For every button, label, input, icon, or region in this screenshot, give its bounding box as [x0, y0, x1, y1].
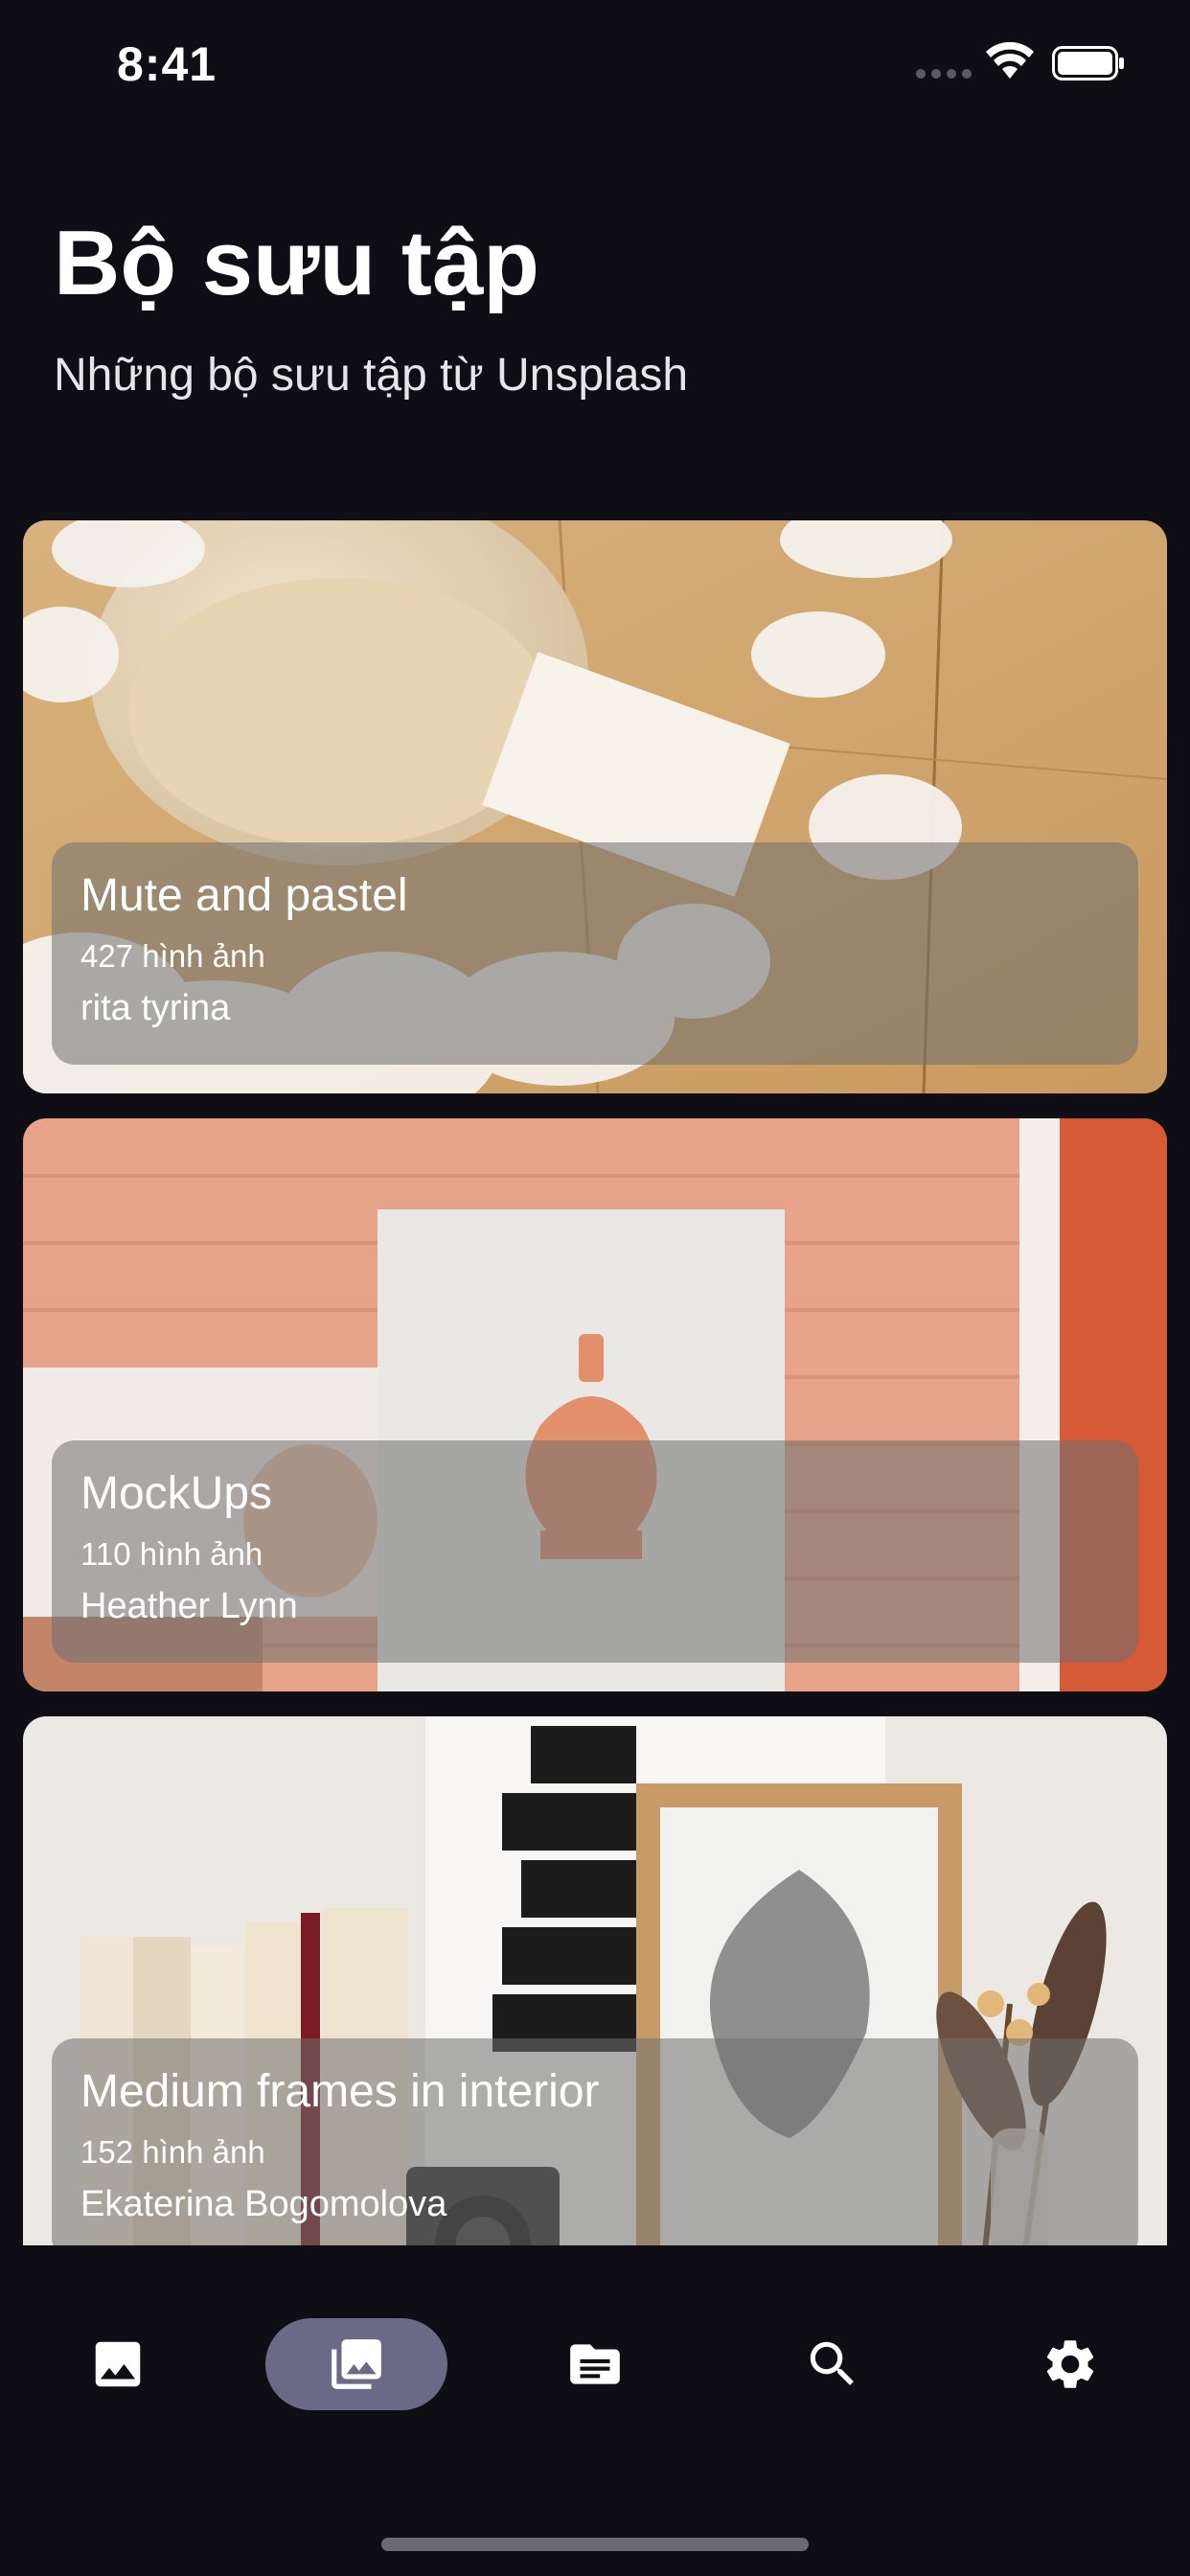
wifi-icon: [986, 42, 1034, 79]
page-subtitle: Những bộ sưu tập từ Unsplash: [54, 350, 689, 401]
photo-icon: [95, 2341, 141, 2387]
collection-author: Ekaterina Bogomolova: [80, 2184, 447, 2224]
bottom-navigation: [0, 2245, 1190, 2576]
battery-icon: [1052, 46, 1124, 80]
gear-icon: [1046, 2340, 1094, 2388]
cellular-signal-icon: [916, 69, 972, 79]
home-indicator[interactable]: [381, 2538, 809, 2551]
page-title: Bộ sưu tập: [54, 212, 539, 314]
collection-card[interactable]: Mute and pastel 427 hình ảnh rita tyrina: [23, 520, 1167, 1093]
search-icon: [810, 2341, 854, 2385]
collection-title: Mute and pastel: [80, 870, 408, 921]
status-bar: 8:41: [0, 0, 1190, 134]
collection-info-panel: Medium frames in interior 152 hình ảnh E…: [52, 2038, 1138, 2245]
nav-articles[interactable]: [504, 2318, 686, 2410]
collection-title: Medium frames in interior: [80, 2066, 600, 2117]
nav-search[interactable]: [742, 2318, 924, 2410]
collection-info-panel: MockUps 110 hình ảnh Heather Lynn: [52, 1440, 1138, 1663]
nav-collections[interactable]: [265, 2318, 447, 2410]
collection-photo-count: 110 hình ảnh: [80, 1536, 263, 1572]
collection-list[interactable]: Mute and pastel 427 hình ảnh rita tyrina: [23, 520, 1167, 2245]
document-icon: [570, 2344, 620, 2384]
collection-card[interactable]: MockUps 110 hình ảnh Heather Lynn: [23, 1118, 1167, 1691]
nav-photos[interactable]: [27, 2318, 209, 2410]
collection-author: rita tyrina: [80, 988, 231, 1028]
collection-title: MockUps: [80, 1468, 273, 1519]
collection-card[interactable]: Medium frames in interior 152 hình ảnh E…: [23, 1716, 1167, 2245]
collection-author: Heather Lynn: [80, 1586, 298, 1626]
collection-photo-count: 427 hình ảnh: [80, 938, 265, 974]
collections-icon: [332, 2339, 381, 2389]
collection-photo-count: 152 hình ảnh: [80, 2134, 265, 2170]
status-time: 8:41: [117, 37, 217, 91]
nav-settings[interactable]: [979, 2318, 1161, 2410]
collection-info-panel: Mute and pastel 427 hình ảnh rita tyrina: [52, 842, 1138, 1065]
